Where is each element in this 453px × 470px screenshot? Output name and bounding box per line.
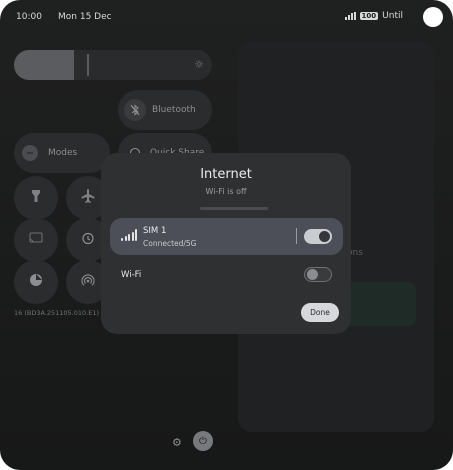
network-label: Until [382,11,403,21]
modes-icon [22,145,38,161]
brightness-slider[interactable]: ☼ [14,50,212,80]
sim-name: SIM 1 [143,226,167,236]
done-button[interactable]: Done [301,303,339,322]
wifi-label: Wi-Fi [121,270,142,280]
build-number: 16 (BD3A.251105.010.E1) [14,309,100,317]
sim-toggle[interactable] [304,229,332,244]
tile-data-saver[interactable] [14,260,58,304]
power-icon: ⏻ [199,435,207,447]
data-saver-icon [29,273,43,291]
tile-modes[interactable]: Modes [14,133,110,173]
gear-icon[interactable]: ⚙ [172,436,182,449]
camera-cutout [423,7,443,27]
tile-flashlight[interactable] [14,176,58,220]
power-button[interactable]: ⏻ [193,431,213,451]
bluetooth-off-icon [124,99,146,121]
sim-separator [296,228,297,244]
cell-signal-icon [344,12,356,20]
tile-bluetooth-label: Bluetooth [152,105,196,115]
brightness-thumb[interactable] [87,54,89,76]
wifi-toggle[interactable] [304,267,332,282]
sim-status: Connected/5G [143,239,197,248]
dialog-title: Internet [200,167,252,182]
status-right: 100 Until [344,11,403,21]
signal-strength-icon [121,229,137,241]
status-time: 10:00 [16,12,42,22]
tile-cast[interactable] [14,218,58,262]
tile-modes-label: Modes [48,148,78,158]
dialog-divider [200,207,268,210]
dialog-subtitle: Wi-Fi is off [205,187,247,196]
battery-indicator: 100 [359,12,379,20]
sim-network-row[interactable]: SIM 1 Connected/5G [110,218,343,255]
sim-toggle-knob [319,231,330,242]
tile-bluetooth[interactable]: Bluetooth [118,90,212,130]
internet-dialog: Internet Wi-Fi is off SIM 1 Connected/5G… [101,153,351,334]
status-date: Mon 15 Dec [58,12,112,22]
device-screen: 10:00 Mon 15 Dec 100 Until ons ☼ Bluetoo… [0,0,453,470]
brightness-fill [14,50,74,80]
alarm-icon [81,231,95,249]
airplane-icon [80,188,96,208]
status-bar: 10:00 Mon 15 Dec 100 Until [14,10,439,26]
flashlight-icon [31,189,41,207]
wifi-toggle-knob [307,269,318,280]
cast-icon [29,232,43,248]
hotspot-icon [81,273,95,291]
brightness-auto-icon: ☼ [194,58,204,71]
